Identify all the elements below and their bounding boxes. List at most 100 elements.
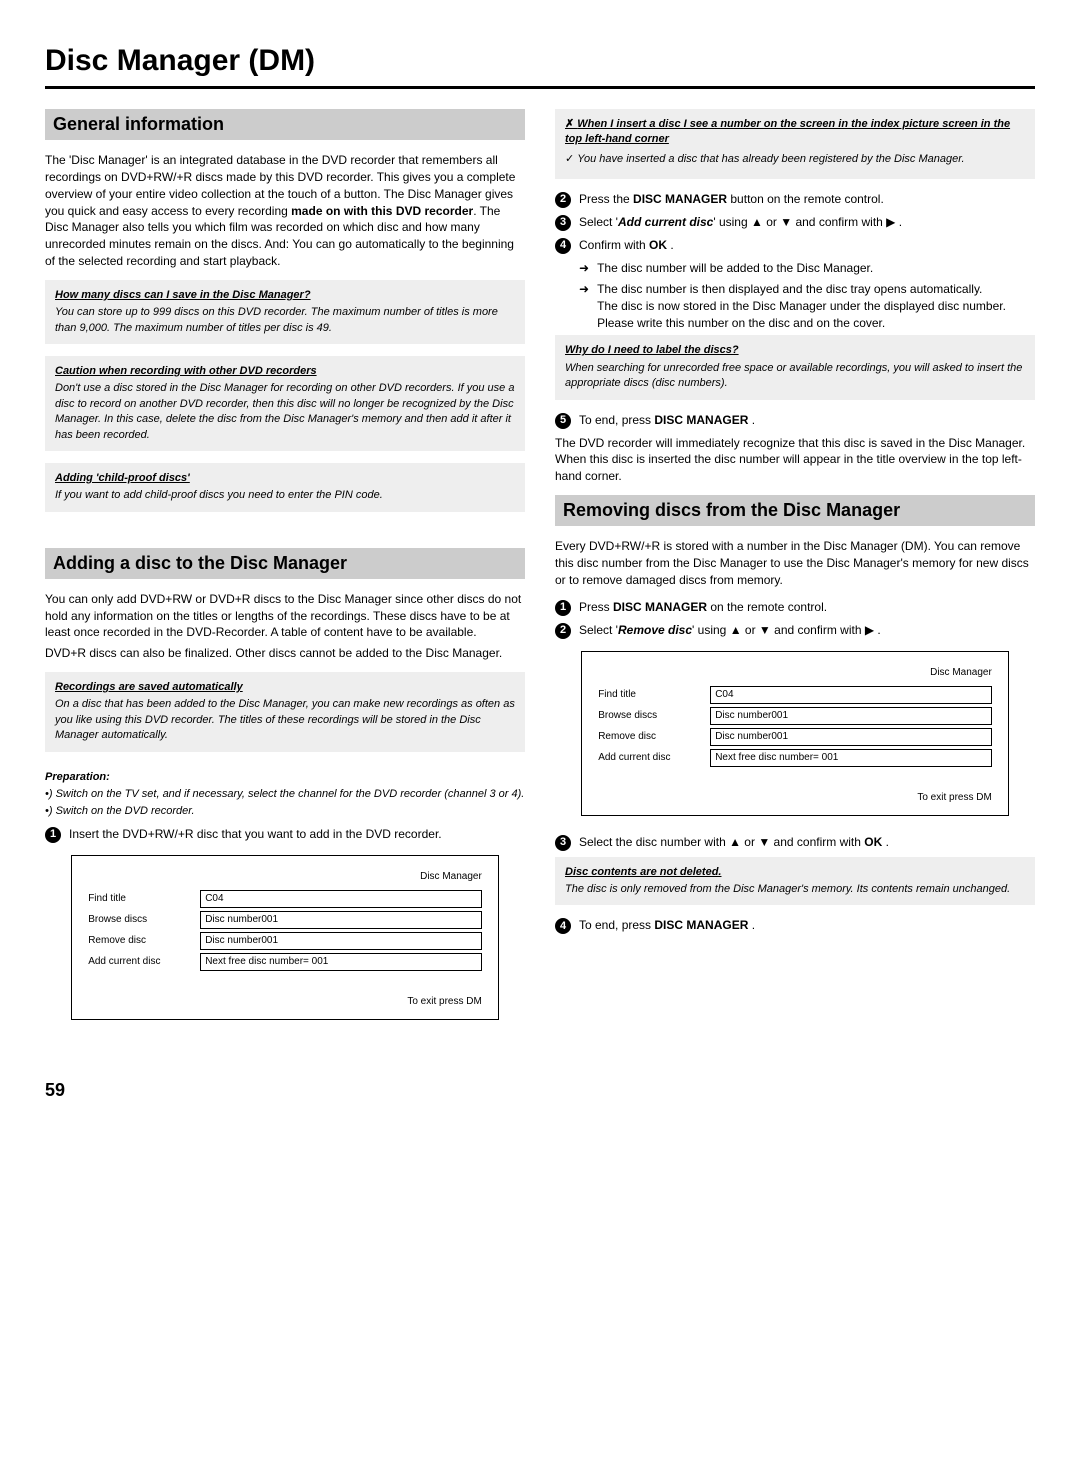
remove-step-3: 3 Select the disc number with ▲ or ▼ and… — [555, 834, 1035, 851]
osd-label: Add current disc — [88, 955, 188, 969]
note-body: When searching for unrecorded free space… — [565, 362, 1022, 389]
step-number-icon: 2 — [555, 192, 571, 208]
osd-row: Add current disc Next free disc number= 0… — [88, 953, 482, 971]
right-arrow-icon: ▶ — [886, 214, 895, 231]
step-4: 4 Confirm with OK . — [555, 237, 1035, 254]
note-problem: When I insert a disc I see a number on t… — [565, 117, 1025, 148]
step-number-icon: 4 — [555, 238, 571, 254]
step-5: 5 To end, press DISC MANAGER . — [555, 412, 1035, 429]
note-caution-other-recorders: Caution when recording with other DVD re… — [45, 356, 525, 451]
up-arrow-icon: ▲ — [730, 622, 742, 639]
osd-row: Browse discsDisc number001 — [88, 911, 482, 929]
osd-row: Browse discs Disc number001 — [598, 707, 992, 725]
page-title: Disc Manager (DM) — [45, 40, 1035, 82]
osd-value: Disc number001 — [710, 707, 992, 725]
osd-row: Find title C04 — [598, 686, 992, 704]
osd-label: Browse discs — [598, 709, 698, 723]
osd-label: Remove disc — [598, 730, 698, 744]
up-arrow-icon: ▲ — [729, 834, 741, 851]
up-arrow-icon: ▲ — [751, 214, 763, 231]
adding-p2: DVD+R discs can also be finalized. Other… — [45, 645, 525, 662]
note-contents-not-deleted: Disc contents are not deleted. The disc … — [555, 857, 1035, 906]
general-info-paragraph: The 'Disc Manager' is an integrated data… — [45, 152, 525, 270]
note-body: On a disc that has been added to the Dis… — [55, 698, 515, 741]
note-body: The disc is only removed from the Disc M… — [565, 883, 1010, 895]
section-removing-discs: Removing discs from the Disc Manager — [555, 495, 1035, 526]
step-text: Press DISC MANAGER on the remote control… — [579, 599, 1035, 616]
osd-panel: Disc Manager Find title C04 Browse discsD… — [71, 855, 499, 1020]
osd-value: Next free disc number= 001 — [200, 953, 482, 971]
osd-value: C04 — [710, 686, 992, 704]
step-text: Select 'Add current disc' using ▲ or ▼ a… — [579, 214, 1035, 231]
note-title: Caution when recording with other DVD re… — [55, 364, 515, 379]
right-arrow-icon: ▶ — [865, 622, 874, 639]
note-title: Adding 'child-proof discs' — [55, 471, 515, 486]
button-label: DISC MANAGER — [613, 600, 707, 614]
note-title: When I insert a disc I see a number on t… — [565, 117, 1025, 148]
preparation-item: •) Switch on the TV set, and if necessar… — [45, 787, 525, 802]
preparation-item: •) Switch on the DVD recorder. — [45, 804, 525, 819]
button-label: DISC MANAGER — [654, 918, 748, 932]
title-rule — [45, 86, 1035, 89]
button-label: DISC MANAGER — [633, 192, 727, 206]
note-child-proof: Adding 'child-proof discs' If you want t… — [45, 463, 525, 512]
left-column: General information The 'Disc Manager' i… — [45, 109, 525, 1038]
osd-footer: To exit press DM — [88, 995, 482, 1009]
step-text: Select the disc number with ▲ or ▼ and c… — [579, 834, 1035, 851]
osd-footer: To exit press DM — [598, 791, 992, 805]
removing-p1: Every DVD+RW/+R is stored with a number … — [555, 538, 1035, 588]
step-text: To end, press DISC MANAGER . — [579, 917, 1035, 934]
down-arrow-icon: ▼ — [780, 214, 792, 231]
note-why-label: Why do I need to label the discs? When s… — [555, 335, 1035, 399]
step-number-icon: 2 — [555, 623, 571, 639]
sub-step: The disc number will be added to the Dis… — [579, 260, 1035, 277]
section-adding-disc: Adding a disc to the Disc Manager — [45, 548, 525, 579]
bold-text: made on with this DVD recorder — [291, 204, 473, 218]
page-number: 59 — [45, 1078, 1035, 1103]
note-insert-see-number: When I insert a disc I see a number on t… — [555, 109, 1035, 179]
menu-label: Add current disc — [618, 215, 713, 229]
osd-value: Disc number001 — [200, 911, 482, 929]
step-text: Press the DISC MANAGER button on the rem… — [579, 191, 1035, 208]
text: The disc is now stored in the Disc Manag… — [597, 299, 1006, 313]
osd-label: Find title — [598, 688, 698, 702]
down-arrow-icon: ▼ — [759, 622, 771, 639]
step-text: To end, press DISC MANAGER . — [579, 412, 1035, 429]
two-column-layout: General information The 'Disc Manager' i… — [45, 109, 1035, 1038]
button-label: OK — [649, 238, 667, 252]
remove-step-2: 2 Select 'Remove disc' using ▲ or ▼ and … — [555, 622, 1035, 639]
note-body: If you want to add child-proof discs you… — [55, 489, 383, 501]
osd-row: Remove disc Disc number001 — [598, 728, 992, 746]
osd-panel: Disc Manager Find titleC04 Browse discsD… — [581, 651, 1009, 816]
osd-row: Remove discDisc number001 — [88, 932, 482, 950]
step-text: Select 'Remove disc' using ▲ or ▼ and co… — [579, 622, 1035, 639]
note-title: Disc contents are not deleted. — [565, 865, 1025, 880]
note-how-many-discs: How many discs can I save in the Disc Ma… — [45, 280, 525, 344]
osd-title: Disc Manager — [88, 870, 482, 884]
sub-step: The disc number is then displayed and th… — [579, 281, 1035, 331]
step-3: 3 Select 'Add current disc' using ▲ or ▼… — [555, 214, 1035, 231]
after-step5-text: The DVD recorder will immediately recogn… — [555, 435, 1035, 485]
note-recordings-auto: Recordings are saved automatically On a … — [45, 672, 525, 752]
note-solution: You have inserted a disc that has alread… — [565, 152, 1025, 167]
note-title: How many discs can I save in the Disc Ma… — [55, 288, 515, 303]
osd-value: C04 — [200, 890, 482, 908]
note-title: Why do I need to label the discs? — [565, 343, 1025, 358]
down-arrow-icon: ▼ — [758, 834, 770, 851]
note-title: Recordings are saved automatically — [55, 680, 515, 695]
step-text: Insert the DVD+RW/+R disc that you want … — [69, 826, 525, 843]
osd-value: Disc number001 — [710, 728, 992, 746]
step-number-icon: 3 — [555, 835, 571, 851]
remove-step-1: 1 Press DISC MANAGER on the remote contr… — [555, 599, 1035, 616]
section-general-info: General information — [45, 109, 525, 140]
menu-label: Remove disc — [618, 623, 692, 637]
button-label: DISC MANAGER — [654, 413, 748, 427]
right-column: When I insert a disc I see a number on t… — [555, 109, 1035, 1038]
osd-value: Disc number001 — [200, 932, 482, 950]
step-number-icon: 4 — [555, 918, 571, 934]
step-number-icon: 5 — [555, 413, 571, 429]
osd-row: Add current discNext free disc number= 0… — [598, 749, 992, 767]
osd-label: Find title — [88, 892, 188, 906]
step-number-icon: 3 — [555, 215, 571, 231]
step-1: 1 Insert the DVD+RW/+R disc that you wan… — [45, 826, 525, 843]
